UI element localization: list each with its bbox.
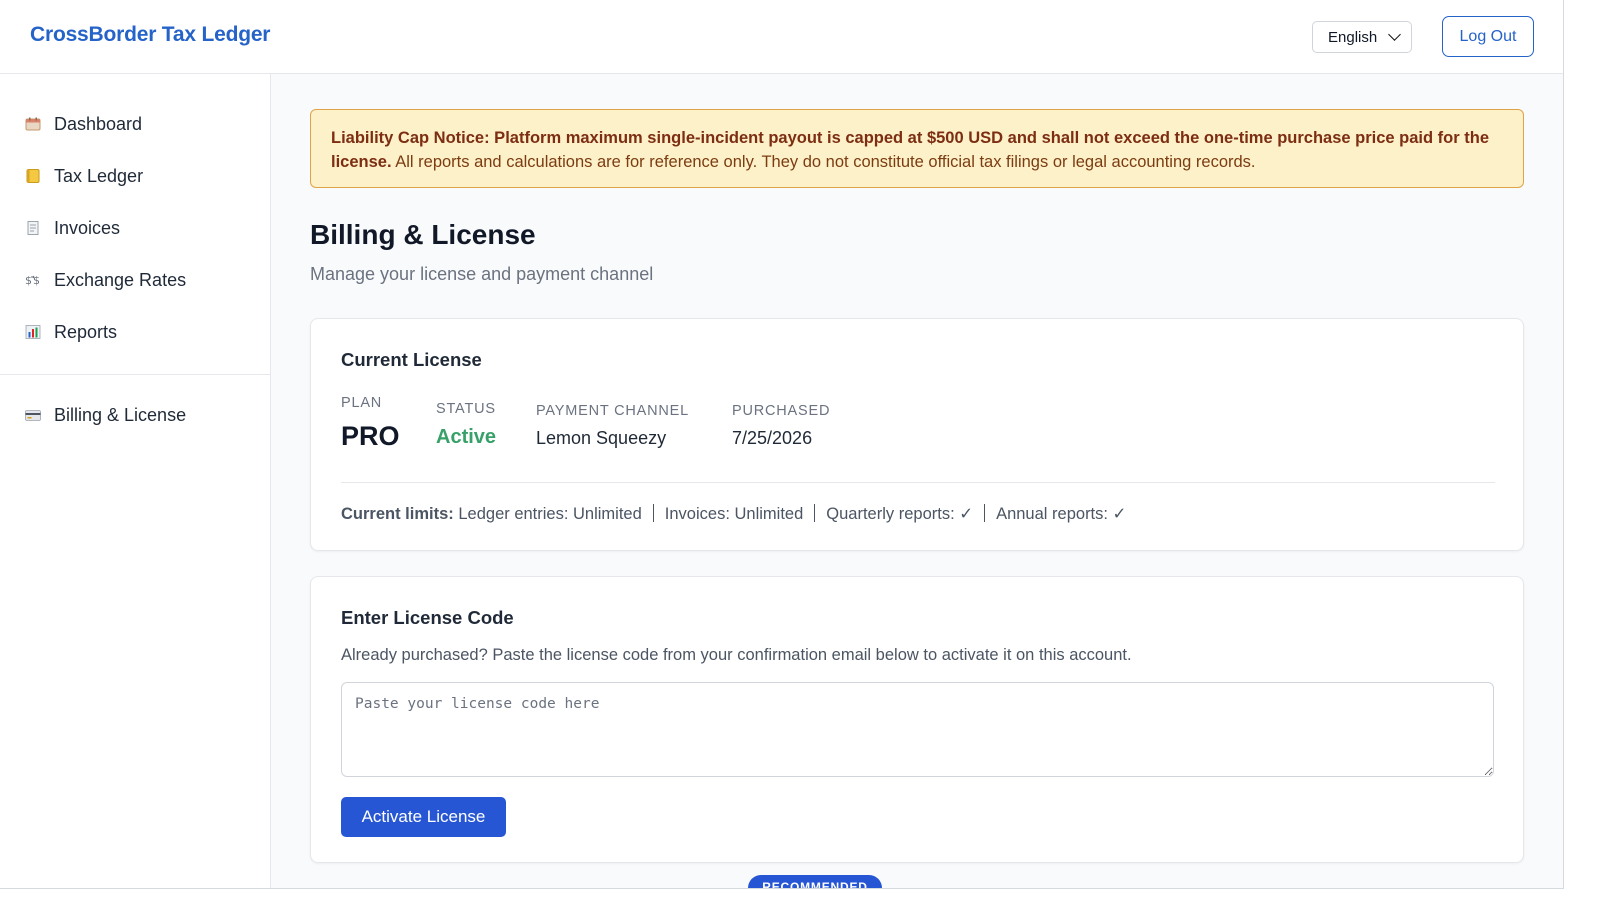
sidebar-item-exchange-rates[interactable]: $ $ Exchange Rates xyxy=(0,260,270,300)
sidebar-item-reports[interactable]: Reports xyxy=(0,312,270,352)
svg-text:$: $ xyxy=(33,274,40,287)
bar-chart-icon xyxy=(25,325,41,339)
app-brand[interactable]: CrossBorder Tax Ledger xyxy=(30,23,270,47)
credit-card-icon xyxy=(25,410,41,421)
svg-text:$: $ xyxy=(25,274,32,287)
sidebar-divider xyxy=(0,374,270,375)
limit-separator xyxy=(814,504,816,522)
plan-value: PRO xyxy=(341,421,400,451)
language-value: English xyxy=(1328,29,1378,46)
limit-separator xyxy=(652,504,654,522)
license-code-card: Enter License Code Already purchased? Pa… xyxy=(310,576,1524,863)
sidebar: Dashboard Tax Ledger Invoices $ $ Exchan… xyxy=(0,74,271,889)
payment-channel-field: PAYMENT CHANNEL Lemon Squeezy xyxy=(536,403,689,449)
limit-item: Invoices: Unlimited xyxy=(664,505,804,523)
purchased-value: 7/25/2026 xyxy=(732,428,813,448)
limit-item: Annual reports: ✓ xyxy=(996,505,1127,523)
recommended-badge: RECOMMENDED xyxy=(748,875,882,888)
plan-label: PLAN xyxy=(341,395,383,411)
calendar-icon xyxy=(25,117,41,131)
liability-notice: Liability Cap Notice: Platform maximum s… xyxy=(310,109,1524,188)
ledger-book-icon xyxy=(26,169,40,183)
current-limits: Current limits: Ledger entries: Unlimite… xyxy=(341,504,1126,524)
sidebar-item-tax-ledger[interactable]: Tax Ledger xyxy=(0,156,270,196)
window-bottom-edge xyxy=(0,888,1564,889)
sidebar-item-label: Invoices xyxy=(54,218,121,238)
sidebar-item-invoices[interactable]: Invoices xyxy=(0,208,270,248)
activate-license-button[interactable]: Activate License xyxy=(341,797,506,837)
sidebar-item-label: Tax Ledger xyxy=(54,166,144,186)
window-right-edge xyxy=(1563,0,1564,889)
status-label: STATUS xyxy=(436,401,496,417)
license-code-help: Already purchased? Paste the license cod… xyxy=(341,646,1132,664)
purchased-field: PURCHASED 7/25/2026 xyxy=(732,403,830,449)
card-title: Current License xyxy=(341,349,482,370)
plan-field: PLAN PRO xyxy=(341,395,400,452)
limit-separator xyxy=(984,504,986,522)
sidebar-item-label: Exchange Rates xyxy=(54,270,187,290)
limits-label: Current limits: xyxy=(341,505,454,523)
logout-button[interactable]: Log Out xyxy=(1442,16,1534,57)
limit-item: Ledger entries: Unlimited xyxy=(458,505,642,523)
notice-text: All reports and calculations are for ref… xyxy=(391,153,1256,171)
sidebar-item-label: Billing & License xyxy=(54,405,187,425)
sidebar-item-label: Reports xyxy=(54,322,118,342)
page-subtitle: Manage your license and payment channel xyxy=(310,264,654,284)
payment-channel-value: Lemon Squeezy xyxy=(536,428,667,448)
sidebar-item-label: Dashboard xyxy=(54,114,143,134)
language-select[interactable]: English xyxy=(1312,21,1412,53)
currency-exchange-icon: $ $ xyxy=(25,274,40,287)
app-header: CrossBorder Tax Ledger English Log Out xyxy=(0,0,1564,74)
license-code-input[interactable] xyxy=(341,682,1494,777)
current-license-card: Current License PLAN PRO STATUS Active P… xyxy=(310,318,1524,551)
card-divider xyxy=(341,482,1495,483)
limit-item: Quarterly reports: ✓ xyxy=(826,505,974,523)
chevron-down-icon xyxy=(1388,28,1401,41)
purchased-label: PURCHASED xyxy=(732,403,831,419)
sidebar-item-dashboard[interactable]: Dashboard xyxy=(0,104,270,144)
page-title: Billing & License xyxy=(310,219,536,250)
payment-channel-label: PAYMENT CHANNEL xyxy=(536,403,689,419)
status-value: Active xyxy=(436,426,497,448)
main-content: Liability Cap Notice: Platform maximum s… xyxy=(271,74,1563,888)
sidebar-item-billing-license[interactable]: Billing & License xyxy=(0,395,270,435)
card-title: Enter License Code xyxy=(341,607,514,628)
status-field: STATUS Active xyxy=(436,401,496,449)
receipt-icon xyxy=(27,221,39,235)
